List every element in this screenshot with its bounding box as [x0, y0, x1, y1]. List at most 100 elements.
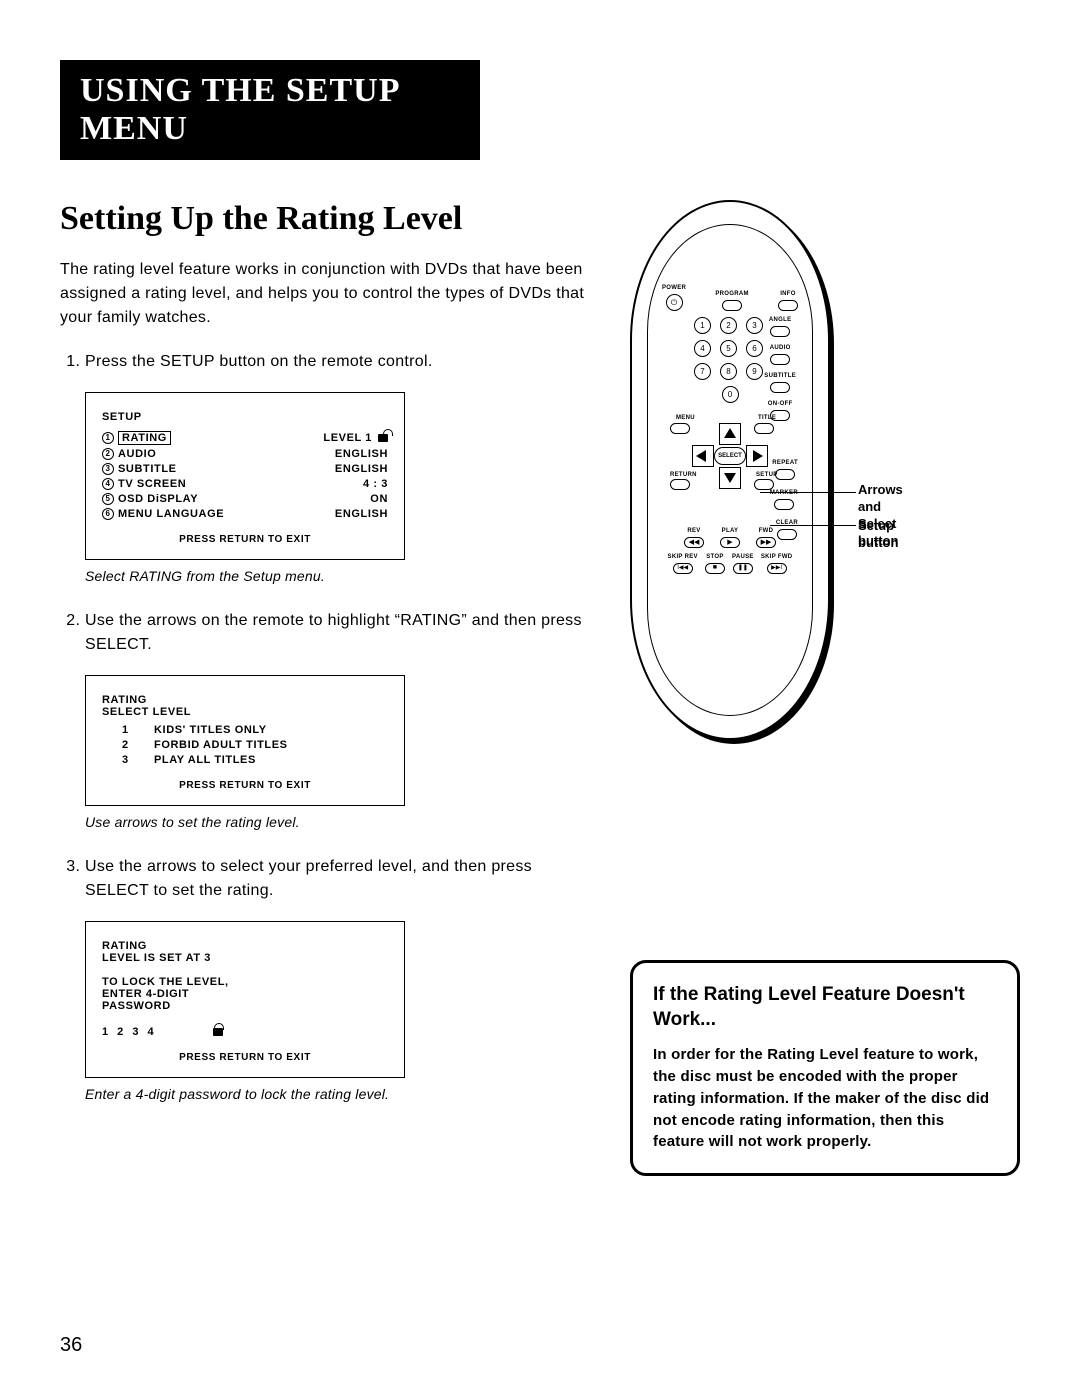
level-number: 2: [122, 739, 134, 751]
osd-item-label: SUBTITLE: [118, 463, 177, 475]
remote-illustration: POWER⏻ PROGRAM INFO 123456789 0 ANGLE AU…: [630, 200, 830, 740]
osd-item-value: ENGLISH: [335, 508, 388, 520]
lbl-rev: REV: [687, 528, 700, 534]
osd-item-label: RATING: [118, 431, 171, 445]
circled-number: 2: [102, 448, 114, 460]
marker-button: [774, 499, 794, 510]
play-button: ▶: [720, 537, 740, 548]
osd-title3a: RATING: [102, 940, 388, 952]
osd-footer: PRESS RETURN TO EXIT: [102, 534, 388, 545]
osd-footer3: PRESS RETURN TO EXIT: [102, 1052, 388, 1063]
power-button: ⏻: [666, 294, 683, 311]
osd-title2a: RATING: [102, 694, 388, 706]
setup-button: [754, 479, 774, 490]
osd-item: 6 MENU LANGUAGE ENGLISH: [102, 508, 388, 520]
num-8-button: 8: [720, 363, 737, 380]
osd-item: 3 SUBTITLE ENGLISH: [102, 463, 388, 475]
osd-rating-screen: RATING SELECT LEVEL 1KIDS' TITLES ONLY 2 F…: [85, 675, 405, 806]
osd-line3c: PASSWORD: [102, 1000, 388, 1012]
repeat-button: [775, 469, 795, 480]
level-label: FORBID ADULT TITLES: [154, 739, 288, 751]
osd-item-label: MENU LANGUAGE: [118, 508, 224, 520]
title-button: [754, 423, 774, 434]
subtitle-button: [770, 382, 790, 393]
osd-item-label: AUDIO: [118, 448, 156, 460]
stop-button: ■: [705, 563, 725, 574]
lbl-skiprev: SKIP REV: [668, 554, 698, 560]
num-1-button: 1: [694, 317, 711, 334]
osd-footer2: PRESS RETURN TO EXIT: [102, 780, 388, 791]
osd-item-label: TV SCREEN: [118, 478, 186, 490]
circled-number: 1: [102, 432, 114, 444]
osd-line3b: ENTER 4-DIGIT: [102, 988, 388, 1000]
osd-item-value: ON: [370, 493, 388, 505]
return-button: [670, 479, 690, 490]
caption-3: Enter a 4-digit password to lock the rat…: [85, 1086, 600, 1102]
page-header: USING THE SETUP MENU: [60, 60, 480, 160]
lbl-onoff: ON-OFF: [768, 401, 793, 407]
num-6-button: 6: [746, 340, 763, 357]
num-5-button: 5: [720, 340, 737, 357]
lbl-stop: STOP: [706, 554, 723, 560]
angle-button: [770, 326, 790, 337]
osd-item: 1 RATING LEVEL 1: [102, 431, 388, 445]
rev-button: ◀◀: [684, 537, 704, 548]
lbl-title: TITLE: [758, 415, 776, 421]
lbl-pause: PAUSE: [732, 554, 754, 560]
pause-button: ❚❚: [733, 563, 753, 574]
lbl-program: PROGRAM: [715, 291, 748, 297]
clear-button: [777, 529, 797, 540]
osd-title: SETUP: [102, 411, 388, 423]
osd-item-label: OSD DiSPLAY: [118, 493, 198, 505]
callout-line-setup: [770, 525, 856, 526]
num-2-button: 2: [720, 317, 737, 334]
level-number: 3: [122, 754, 134, 766]
callout-line-arrows: [760, 492, 856, 493]
skipfwd-button: ▶▶I: [767, 563, 787, 574]
osd-item: 2 AUDIO ENGLISH: [102, 448, 388, 460]
notice-title: If the Rating Level Feature Doesn't Work…: [653, 983, 997, 1032]
step-2: Use the arrows on the remote to highligh…: [85, 609, 600, 657]
menu-button: [670, 423, 690, 434]
osd-item-value: ENGLISH: [335, 448, 388, 460]
osd-password-screen: RATING LEVEL IS SET AT 3 TO LOCK THE LEV…: [85, 921, 405, 1078]
osd-title3b: LEVEL IS SET AT 3: [102, 952, 388, 964]
osd-item-value: ENGLISH: [335, 463, 388, 475]
callout-setup: Setup button: [858, 518, 898, 552]
lbl-menu: MENU: [676, 415, 695, 421]
lbl-subtitle: SUBTITLE: [764, 373, 796, 379]
lbl-angle: ANGLE: [769, 317, 792, 323]
num-9-button: 9: [746, 363, 763, 380]
osd-level-row: 3 PLAY ALL TITLES: [122, 754, 388, 766]
lbl-audio: AUDIO: [770, 345, 791, 351]
osd-item: 4 TV SCREEN 4 : 3: [102, 478, 388, 490]
notice-box: If the Rating Level Feature Doesn't Work…: [630, 960, 1020, 1176]
arrow-right-button: [746, 445, 768, 467]
osd-level-row: 1KIDS' TITLES ONLY: [122, 724, 388, 736]
step-1: Press the SETUP button on the remote con…: [85, 350, 600, 374]
lbl-return: RETURN: [670, 472, 697, 478]
osd-item-value: LEVEL 1: [323, 432, 388, 444]
caption-1: Select RATING from the Setup menu.: [85, 568, 600, 584]
level-label: KIDS' TITLES ONLY: [154, 724, 267, 736]
num-7-button: 7: [694, 363, 711, 380]
osd-title2b: SELECT LEVEL: [102, 706, 388, 718]
page-number: 36: [60, 1334, 82, 1357]
step-3: Use the arrows to select your preferred …: [85, 855, 600, 903]
circled-number: 3: [102, 463, 114, 475]
lbl-fwd: FWD: [759, 528, 774, 534]
notice-body: In order for the Rating Level feature to…: [653, 1044, 997, 1153]
skiprev-button: I◀◀: [673, 563, 693, 574]
lock-icon: [378, 434, 388, 442]
num-4-button: 4: [694, 340, 711, 357]
lbl-repeat: REPEAT: [772, 460, 798, 466]
circled-number: 4: [102, 478, 114, 490]
arrow-left-button: [692, 445, 714, 467]
circled-number: 5: [102, 493, 114, 505]
level-label: PLAY ALL TITLES: [154, 754, 256, 766]
num-0-button: 0: [722, 386, 739, 403]
osd-item-value: 4 : 3: [363, 478, 388, 490]
lock-icon: [213, 1028, 223, 1036]
section-title: Setting Up the Rating Level: [60, 200, 600, 238]
circled-number: 6: [102, 508, 114, 520]
